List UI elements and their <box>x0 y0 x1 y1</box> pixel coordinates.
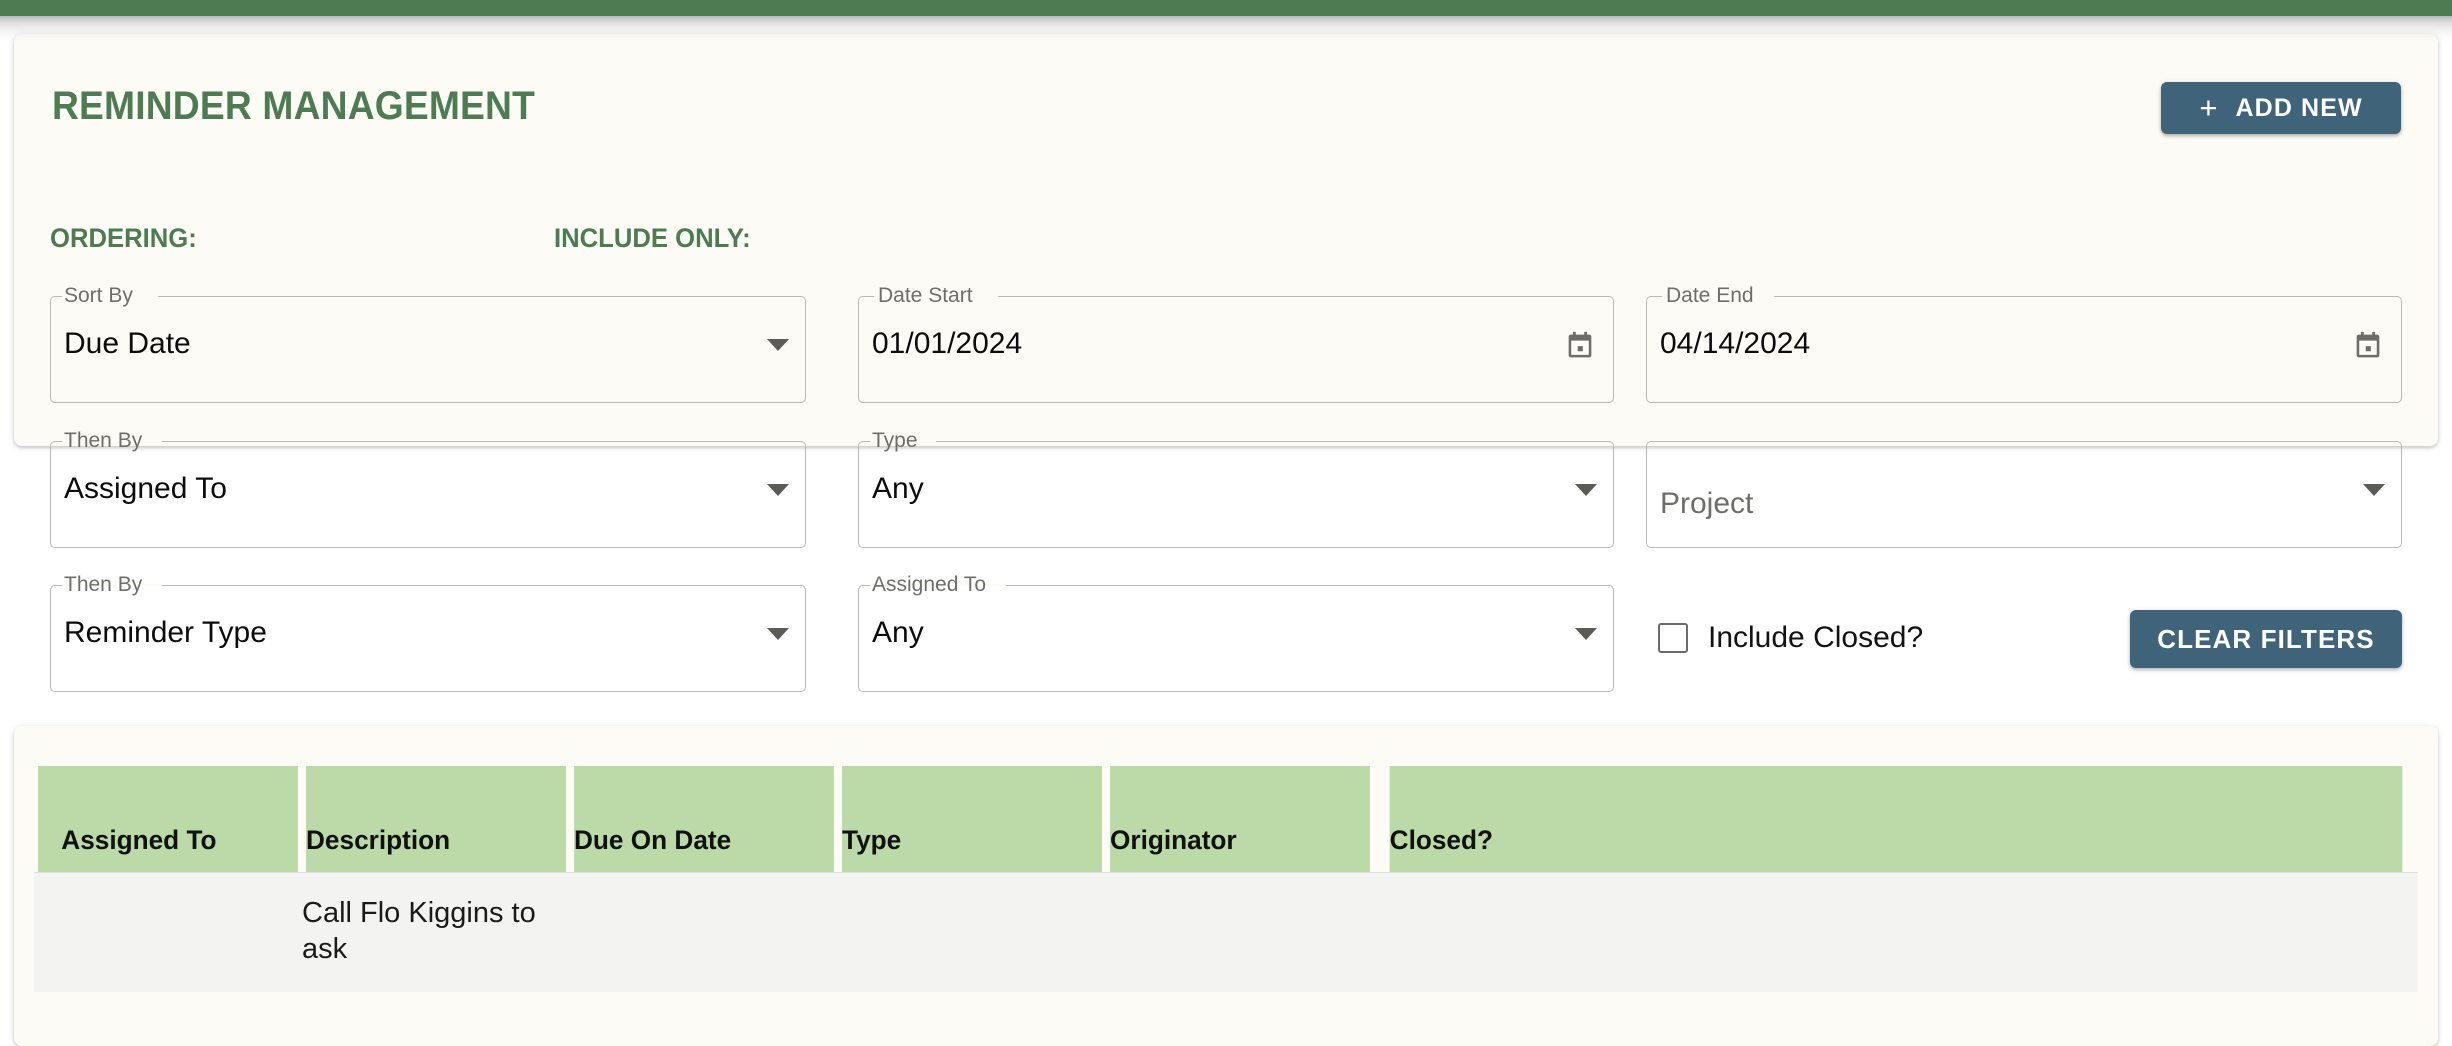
clear-filters-button-label: CLEAR FILTERS <box>2157 623 2375 654</box>
include-closed-checkbox[interactable] <box>1658 623 1688 653</box>
date-end-field[interactable]: Date End 04/14/2024 <box>1646 284 2402 403</box>
include-closed-label: Include Closed? <box>1708 621 1924 654</box>
cell-description: Call Flo Kiggins to ask <box>302 871 570 992</box>
date-start-value: 01/01/2024 <box>872 327 1023 360</box>
column-header-description[interactable]: Description <box>306 766 566 872</box>
reminders-table-card: Assigned To Description Due On Date Type… <box>14 726 2438 1046</box>
date-end-label: Date End <box>1666 284 1754 307</box>
chevron-down-icon[interactable] <box>1575 628 1597 640</box>
cell-assigned-to <box>34 871 302 992</box>
field-outline <box>858 441 1614 548</box>
ordering-section-label: ORDERING: <box>50 223 197 253</box>
chevron-down-icon[interactable] <box>2363 484 2385 496</box>
chevron-down-icon[interactable] <box>767 484 789 496</box>
type-select[interactable]: Type Any <box>858 429 1614 548</box>
table-body: Call Flo Kiggins to ask <box>34 871 2418 992</box>
sort-by-select[interactable]: Sort By Due Date <box>50 284 806 403</box>
chevron-down-icon[interactable] <box>1575 484 1597 496</box>
date-start-label: Date Start <box>878 284 973 307</box>
cell-closed <box>1374 871 2418 992</box>
table-header-row: Assigned To Description Due On Date Type… <box>34 766 2418 872</box>
then-by-2-value: Reminder Type <box>64 616 267 649</box>
date-start-field[interactable]: Date Start 01/01/2024 <box>858 284 1614 403</box>
table-header: Assigned To Description Due On Date Type… <box>34 766 2418 872</box>
reminders-table: Assigned To Description Due On Date Type… <box>34 766 2418 992</box>
add-new-button-label: ADD NEW <box>2235 93 2363 122</box>
app-bar <box>0 0 2452 16</box>
page-title: REMINDER MANAGEMENT <box>52 84 536 128</box>
assigned-to-value: Any <box>872 616 924 649</box>
chevron-down-icon[interactable] <box>767 628 789 640</box>
column-header-due-on-date[interactable]: Due On Date <box>574 766 834 872</box>
project-select[interactable]: Project <box>1646 441 2402 548</box>
column-header-type[interactable]: Type <box>842 766 1102 872</box>
cell-due-on-date <box>570 871 838 992</box>
calendar-icon[interactable] <box>2351 329 2385 363</box>
filters-card: REMINDER MANAGEMENT + ADD NEW ORDERING: … <box>14 34 2438 692</box>
project-placeholder: Project <box>1660 487 1754 520</box>
assigned-to-label: Assigned To <box>872 573 987 596</box>
type-label: Type <box>872 429 918 452</box>
column-header-assigned-to[interactable]: Assigned To <box>38 766 298 872</box>
include-closed-row: Include Closed? CLEAR FILTERS <box>1646 585 2402 692</box>
sort-by-label: Sort By <box>64 284 133 307</box>
then-by-1-value: Assigned To <box>64 472 227 505</box>
field-outline <box>1646 441 2402 548</box>
sort-by-value: Due Date <box>64 327 191 360</box>
assigned-to-select[interactable]: Assigned To Any <box>858 573 1614 692</box>
plus-icon: + <box>2199 89 2219 125</box>
then-by-1-label: Then By <box>64 429 143 452</box>
date-end-value: 04/14/2024 <box>1660 327 1811 360</box>
calendar-icon[interactable] <box>1563 329 1597 363</box>
then-by-2-select[interactable]: Then By Reminder Type <box>50 573 806 692</box>
add-new-button[interactable]: + ADD NEW <box>2161 82 2401 134</box>
cell-type <box>838 871 1106 992</box>
table-row[interactable]: Call Flo Kiggins to ask <box>34 871 2418 992</box>
clear-filters-button[interactable]: CLEAR FILTERS <box>2130 610 2402 668</box>
field-outline <box>858 585 1614 692</box>
column-header-originator[interactable]: Originator <box>1110 766 1370 872</box>
then-by-1-select[interactable]: Then By Assigned To <box>50 429 806 548</box>
type-value: Any <box>872 472 924 505</box>
column-header-closed[interactable]: Closed? <box>1389 766 2403 872</box>
chevron-down-icon[interactable] <box>767 339 789 351</box>
include-only-section-label: INCLUDE ONLY: <box>554 223 751 253</box>
then-by-2-label: Then By <box>64 573 143 596</box>
cell-originator <box>1106 871 1374 992</box>
